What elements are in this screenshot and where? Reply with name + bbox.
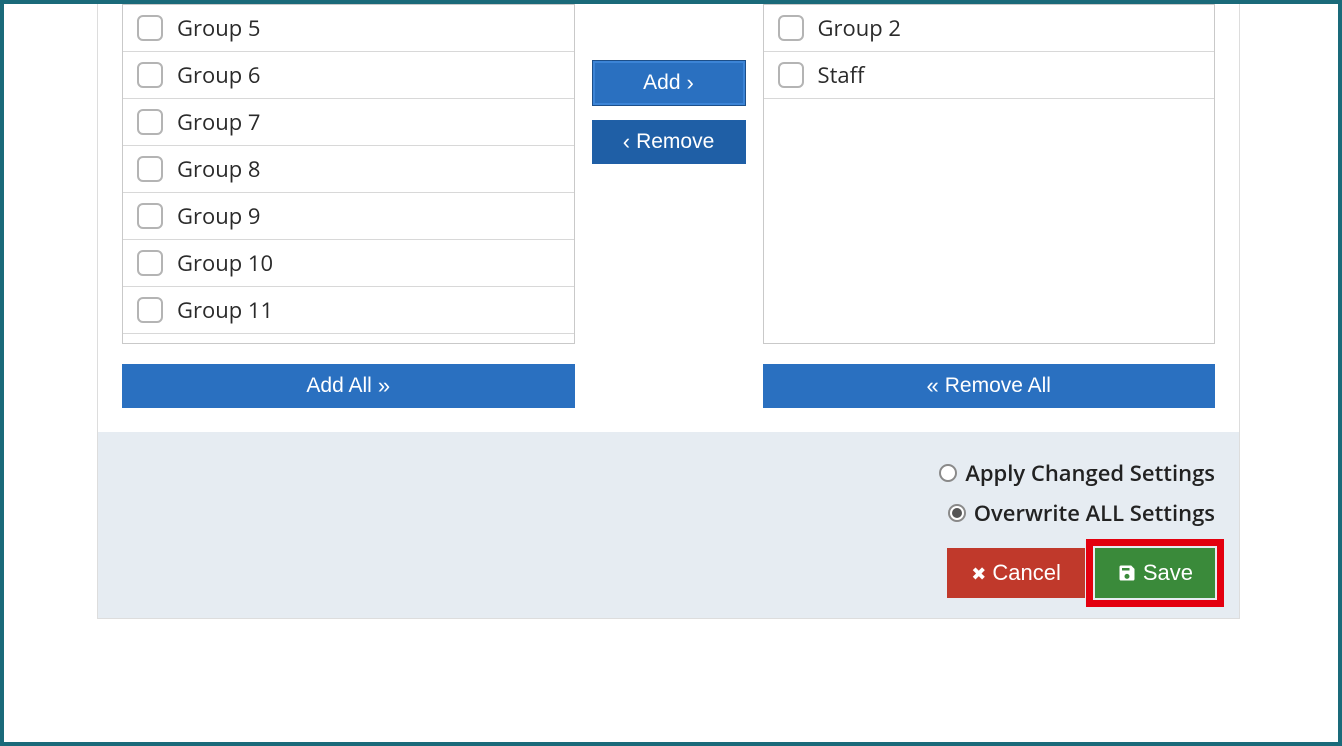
save-label: Save bbox=[1143, 560, 1193, 586]
selected-column: Group 2 Staff Remove All bbox=[763, 4, 1216, 408]
list-item[interactable]: Group 8 bbox=[123, 146, 574, 193]
list-item-label: Staff bbox=[818, 60, 865, 90]
checkbox[interactable] bbox=[778, 15, 804, 41]
selected-listbox-container: Group 2 Staff bbox=[763, 4, 1216, 344]
transfer-controls: Add Remove bbox=[575, 4, 763, 408]
list-item-label: Group 7 bbox=[177, 107, 260, 137]
chevron-left-icon bbox=[623, 131, 630, 153]
action-row: Cancel Save bbox=[947, 548, 1215, 598]
add-label: Add bbox=[643, 71, 680, 95]
list-item[interactable]: Staff bbox=[764, 52, 1215, 99]
list-item-label: Group 11 bbox=[177, 295, 273, 325]
list-item-label: Group 9 bbox=[177, 201, 260, 231]
remove-button[interactable]: Remove bbox=[592, 120, 746, 164]
list-item[interactable]: Group 10 bbox=[123, 240, 574, 287]
overwrite-all-label: Overwrite ALL Settings bbox=[974, 498, 1215, 528]
group-transfer-section: Group 5 Group 6 Group 7 Group 8 Group 9 Group… bbox=[98, 4, 1239, 432]
list-item[interactable]: Group 2 bbox=[764, 5, 1215, 52]
checkbox[interactable] bbox=[778, 62, 804, 88]
apply-changed-label: Apply Changed Settings bbox=[965, 458, 1215, 488]
main-panel: Group 5 Group 6 Group 7 Group 8 Group 9 Group… bbox=[97, 4, 1240, 619]
radio-icon bbox=[948, 504, 966, 522]
list-item[interactable]: Group 5 bbox=[123, 5, 574, 52]
list-item[interactable]: Group 11 bbox=[123, 287, 574, 334]
list-item-label: Group 5 bbox=[177, 13, 260, 43]
list-item-label: Group 6 bbox=[177, 60, 260, 90]
remove-all-label: Remove All bbox=[945, 374, 1051, 398]
double-chevron-right-icon bbox=[378, 375, 390, 397]
chevron-right-icon bbox=[687, 72, 694, 94]
list-item[interactable]: Group 9 bbox=[123, 193, 574, 240]
selected-listbox[interactable]: Group 2 Staff bbox=[764, 5, 1215, 343]
cancel-label: Cancel bbox=[992, 560, 1060, 586]
footer-bar: Apply Changed Settings Overwrite ALL Set… bbox=[98, 432, 1239, 618]
checkbox[interactable] bbox=[137, 109, 163, 135]
remove-label: Remove bbox=[636, 130, 714, 154]
list-item-label: Group 2 bbox=[818, 13, 901, 43]
save-icon bbox=[1117, 563, 1137, 583]
available-column: Group 5 Group 6 Group 7 Group 8 Group 9 Group… bbox=[122, 4, 575, 408]
checkbox[interactable] bbox=[137, 62, 163, 88]
add-all-label: Add All bbox=[306, 374, 371, 398]
apply-changed-settings-radio[interactable]: Apply Changed Settings bbox=[939, 458, 1215, 488]
checkbox[interactable] bbox=[137, 297, 163, 323]
checkbox[interactable] bbox=[137, 250, 163, 276]
available-listbox[interactable]: Group 5 Group 6 Group 7 Group 8 Group 9 Group… bbox=[123, 5, 574, 343]
list-item-label: Group 10 bbox=[177, 248, 273, 278]
close-icon bbox=[971, 562, 986, 584]
cancel-button[interactable]: Cancel bbox=[947, 548, 1085, 598]
checkbox[interactable] bbox=[137, 156, 163, 182]
list-item[interactable]: Group 7 bbox=[123, 99, 574, 146]
remove-all-button[interactable]: Remove All bbox=[763, 364, 1216, 408]
save-button[interactable]: Save bbox=[1095, 548, 1215, 598]
radio-icon bbox=[939, 464, 957, 482]
checkbox[interactable] bbox=[137, 15, 163, 41]
checkbox[interactable] bbox=[137, 203, 163, 229]
list-item-label: Group 8 bbox=[177, 154, 260, 184]
add-button[interactable]: Add bbox=[592, 60, 746, 106]
double-chevron-left-icon bbox=[927, 375, 939, 397]
available-listbox-container: Group 5 Group 6 Group 7 Group 8 Group 9 Group… bbox=[122, 4, 575, 344]
overwrite-all-settings-radio[interactable]: Overwrite ALL Settings bbox=[948, 498, 1215, 528]
list-item[interactable]: Group 6 bbox=[123, 52, 574, 99]
add-all-button[interactable]: Add All bbox=[122, 364, 575, 408]
